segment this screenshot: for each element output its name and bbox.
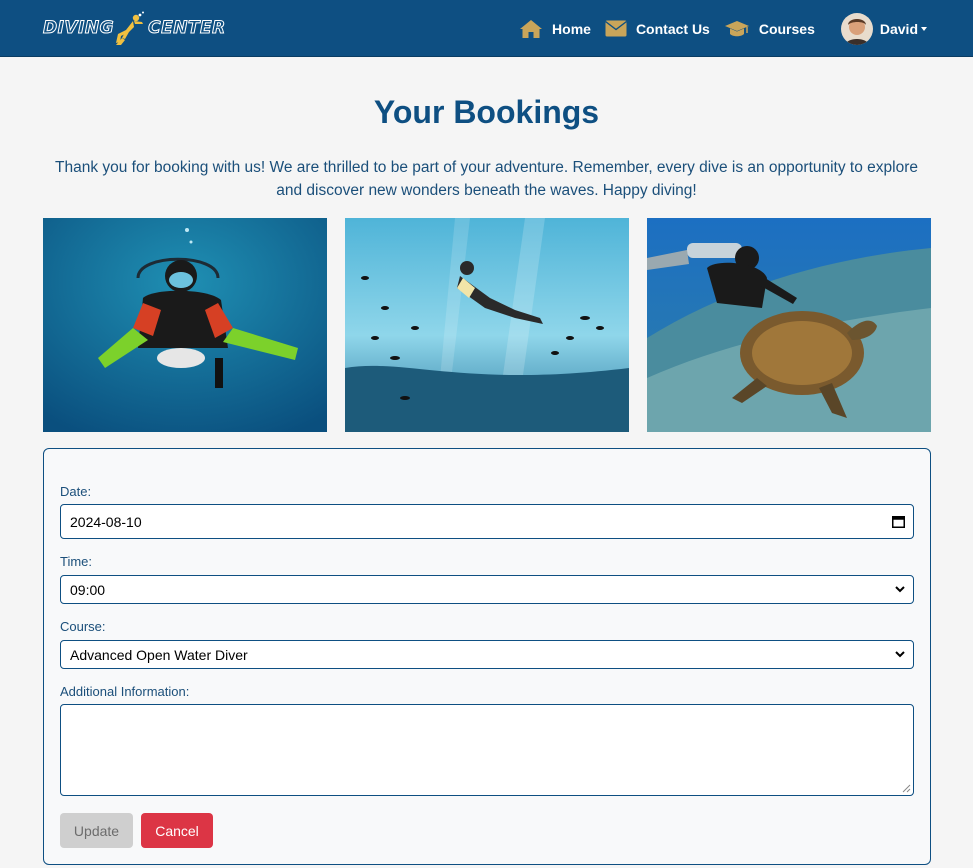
logo-text-right: CENTER: [148, 18, 226, 39]
nav-contact-label: Contact Us: [635, 20, 710, 37]
date-value: 2024-08-10: [70, 513, 142, 530]
chevron-down-icon: [895, 651, 905, 658]
info-label: Additional Information:: [60, 684, 190, 699]
graduation-cap-icon: [724, 20, 749, 36]
diver-photo-3: [647, 218, 931, 432]
resize-grip-icon[interactable]: [902, 784, 911, 793]
caret-down-icon: [921, 27, 927, 31]
chevron-down-icon: [895, 586, 905, 593]
date-label: Date:: [60, 484, 92, 499]
info-textarea[interactable]: [60, 704, 914, 796]
envelope-icon: [605, 20, 627, 37]
user-menu[interactable]: David: [840, 12, 927, 45]
calendar-icon[interactable]: [892, 515, 905, 528]
booking-form: Date: 2024-08-10 Time: 09:00 Course: Adv…: [43, 448, 931, 865]
site-logo[interactable]: DIVING CENTER: [42, 10, 226, 46]
diver-logo-icon: [116, 11, 145, 45]
course-value: Advanced Open Water Diver: [70, 646, 248, 663]
page-title: Your Bookings: [373, 94, 600, 130]
course-label: Course:: [60, 619, 106, 634]
logo-text-left: DIVING: [42, 18, 115, 39]
diver-photo-1: [43, 218, 327, 432]
home-icon: [520, 19, 543, 38]
nav-home[interactable]: Home: [519, 19, 591, 39]
nav-links: Home Contact Us Courses David: [505, 0, 927, 57]
navbar: DIVING CENTER Home Contact Us Courses Da…: [0, 0, 973, 57]
update-button[interactable]: Update: [60, 813, 133, 848]
nav-courses-label: Courses: [758, 20, 815, 37]
intro-text: Thank you for booking with us! We are th…: [54, 159, 918, 199]
nav-contact[interactable]: Contact Us: [605, 20, 710, 37]
course-select[interactable]: Advanced Open Water Diver: [60, 640, 914, 669]
nav-courses[interactable]: Courses: [724, 20, 815, 38]
time-label: Time:: [60, 554, 93, 569]
time-value: 09:00: [70, 581, 106, 598]
cancel-button[interactable]: Cancel: [141, 813, 213, 848]
date-input[interactable]: 2024-08-10: [60, 504, 914, 539]
user-name: David: [879, 20, 918, 37]
nav-home-label: Home: [552, 20, 591, 37]
avatar: [840, 12, 873, 45]
diver-photo-2: [345, 218, 629, 432]
time-select[interactable]: 09:00: [60, 575, 914, 604]
